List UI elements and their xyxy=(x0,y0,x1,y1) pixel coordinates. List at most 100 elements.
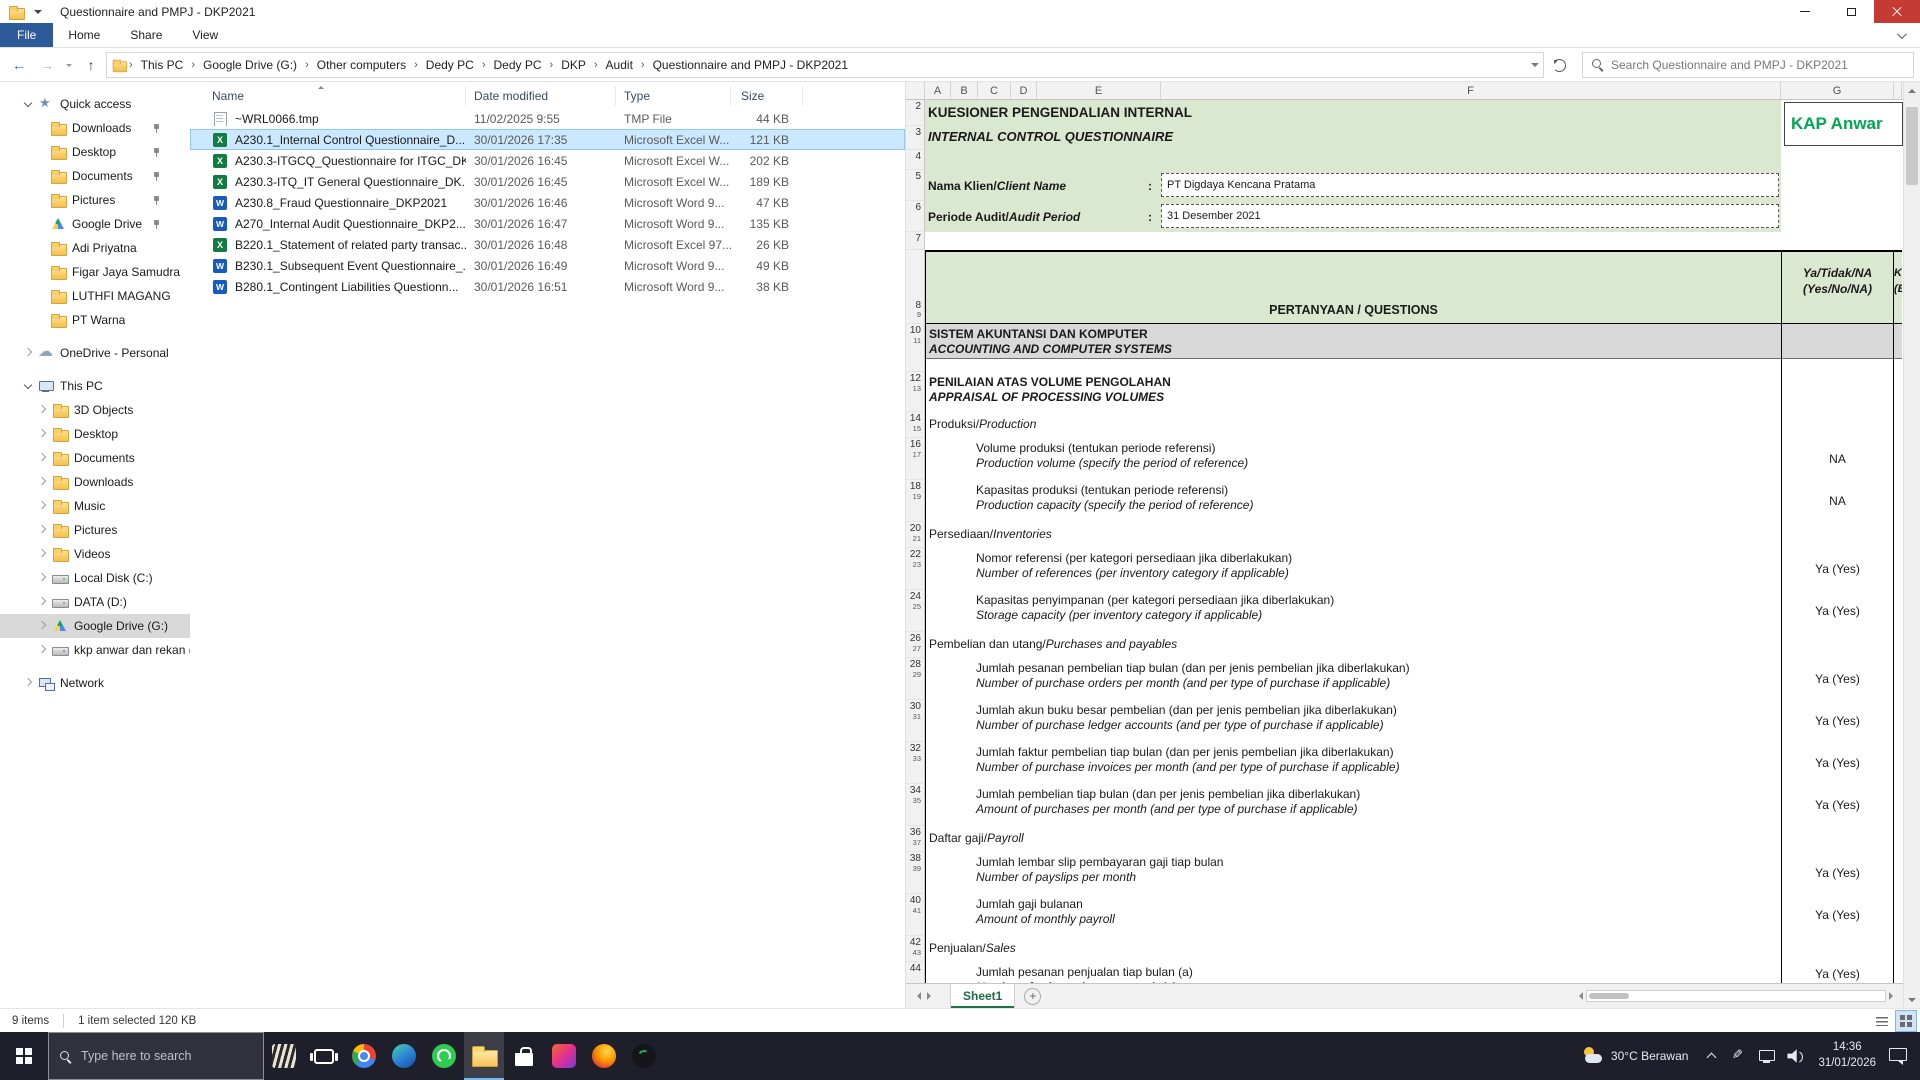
expand-chevron-icon[interactable] xyxy=(38,502,46,510)
file-row-a230-1-internal-control-questionnaire-d[interactable]: A230.1_Internal Control Questionnaire_D.… xyxy=(190,129,905,150)
quick-access-toolbar-chevron-icon[interactable] xyxy=(34,10,42,18)
sidebar-item-pictures[interactable]: Pictures xyxy=(0,518,190,542)
taskbar-clock[interactable]: 14:36 31/01/2026 xyxy=(1809,1040,1885,1071)
whatsapp-taskbar-button[interactable] xyxy=(424,1032,464,1080)
breadcrumb-questionnaire-and-pmpj-dkp2021[interactable]: Questionnaire and PMPJ - DKP2021 xyxy=(646,58,855,72)
sidebar-item-luthfi-magang[interactable]: LUTHFI MAGANG xyxy=(0,284,190,308)
expand-chevron-icon[interactable] xyxy=(38,406,46,414)
forward-button[interactable] xyxy=(34,52,60,78)
breadcrumb-dkp[interactable]: DKP xyxy=(554,58,593,72)
weather-widget[interactable]: 30°C Berawan xyxy=(1571,1032,1700,1080)
sidebar-item-network[interactable]: Network xyxy=(0,671,190,695)
collapse-chevron-icon[interactable] xyxy=(24,100,32,108)
ribbon-tab-share[interactable]: Share xyxy=(115,23,177,47)
minimize-button[interactable] xyxy=(1782,0,1828,23)
zebra-photo-taskbar-button[interactable] xyxy=(264,1032,304,1080)
recent-locations-chevron-icon[interactable] xyxy=(62,52,76,78)
column-header-name[interactable]: Name xyxy=(190,86,466,106)
sidebar-item-adi-priyatna[interactable]: Adi Priyatna xyxy=(0,236,190,260)
expand-chevron-icon[interactable] xyxy=(38,574,46,582)
horizontal-scrollbar[interactable] xyxy=(1568,990,1903,1002)
sidebar-item-google-drive-g[interactable]: Google Drive (G:) xyxy=(0,614,190,638)
scroll-up-icon[interactable] xyxy=(1904,82,1920,99)
column-header-size[interactable]: Size xyxy=(731,86,803,106)
expand-chevron-icon[interactable] xyxy=(38,526,46,534)
breadcrumb-this-pc[interactable]: This PC xyxy=(134,58,191,72)
sidebar-item-google-drive-g[interactable]: Google Drive (G:) xyxy=(0,212,190,236)
expand-chevron-icon[interactable] xyxy=(38,646,46,654)
preview-pane[interactable]: ABCDEFG 2KUESIONER PENGENDALIAN INTERNAL… xyxy=(906,82,1903,1008)
sidebar-item-desktop[interactable]: Desktop xyxy=(0,140,190,164)
file-row-a230-3-itq-it-general-questionnaire-dk[interactable]: A230.3-ITQ_IT General Questionnaire_DK..… xyxy=(190,171,905,192)
column-header-type[interactable]: Type xyxy=(616,86,731,106)
vertical-scroll-track[interactable] xyxy=(1904,99,1920,991)
sidebar-item-this-pc[interactable]: This PC xyxy=(0,374,190,398)
expand-chevron-icon[interactable] xyxy=(24,679,32,687)
file-explorer-taskbar-button[interactable] xyxy=(464,1032,504,1080)
expand-chevron-icon[interactable] xyxy=(38,430,46,438)
sidebar-item-pt-warna[interactable]: PT Warna xyxy=(0,308,190,332)
hidden-icons-chevron-icon[interactable] xyxy=(1703,1047,1721,1065)
scroll-down-icon[interactable] xyxy=(1904,991,1920,1008)
horizontal-scroll-thumb[interactable] xyxy=(1589,993,1629,999)
file-row-wrl0066-tmp[interactable]: ~WRL0066.tmp11/02/2025 9:55TMP File44 KB xyxy=(190,108,905,129)
edge-taskbar-button[interactable] xyxy=(384,1032,424,1080)
sidebar-item-videos[interactable]: Videos xyxy=(0,542,190,566)
preview-vertical-scrollbar[interactable] xyxy=(1903,82,1920,1008)
sidebar-item-3d-objects[interactable]: 3D Objects xyxy=(0,398,190,422)
firefox-taskbar-button[interactable] xyxy=(584,1032,624,1080)
maximize-button[interactable] xyxy=(1828,0,1874,23)
display-network-icon[interactable] xyxy=(1756,1045,1778,1067)
address-box[interactable]: ›This PC›Google Drive (G:)›Other compute… xyxy=(106,52,1544,78)
column-header-date-modified[interactable]: Date modified xyxy=(466,86,616,106)
ribbon-tab-file[interactable]: File xyxy=(0,23,53,47)
pen-icon[interactable] xyxy=(1728,1045,1750,1067)
expand-chevron-icon[interactable] xyxy=(38,454,46,462)
sidebar-item-kkp-anwar-dan-rekan-1[interactable]: kkp anwar dan rekan (\\1 xyxy=(0,638,190,662)
sheet-nav-left-icon[interactable] xyxy=(913,992,921,1000)
file-row-b220-1-statement-of-related-party-transac[interactable]: B220.1_Statement of related party transa… xyxy=(190,234,905,255)
file-row-a230-8-fraud-questionnaire-dkp2021[interactable]: A230.8_Fraud Questionnaire_DKP202130/01/… xyxy=(190,192,905,213)
expand-chevron-icon[interactable] xyxy=(38,622,46,630)
sidebar-item-data-d[interactable]: DATA (D:) xyxy=(0,590,190,614)
vertical-scroll-thumb[interactable] xyxy=(1906,107,1918,185)
expand-chevron-icon[interactable] xyxy=(24,349,32,357)
sidebar-item-pictures[interactable]: Pictures xyxy=(0,188,190,212)
expand-chevron-icon[interactable] xyxy=(38,478,46,486)
chrome-taskbar-button[interactable] xyxy=(344,1032,384,1080)
sidebar-item-figar-jaya-samudra[interactable]: Figar Jaya Samudra xyxy=(0,260,190,284)
breadcrumb-other-computers[interactable]: Other computers xyxy=(310,58,413,72)
sidebar-item-documents[interactable]: Documents xyxy=(0,446,190,470)
close-button[interactable] xyxy=(1874,0,1920,23)
refresh-button[interactable] xyxy=(1546,52,1572,78)
file-row-a230-3-itgcq-questionnaire-for-itgc-dk[interactable]: A230.3-ITGCQ_Questionnaire for ITGC_DK..… xyxy=(190,150,905,171)
taskbar-search-input[interactable] xyxy=(81,1049,253,1063)
explorer-search-input[interactable] xyxy=(1611,58,1905,72)
details-view-button[interactable] xyxy=(1871,1010,1893,1032)
up-button[interactable] xyxy=(78,52,104,78)
breadcrumb-audit[interactable]: Audit xyxy=(599,58,640,72)
store-taskbar-button[interactable] xyxy=(504,1032,544,1080)
horizontal-scroll-track[interactable] xyxy=(1586,990,1886,1002)
sidebar-item-desktop[interactable]: Desktop xyxy=(0,422,190,446)
add-sheet-button[interactable] xyxy=(1024,988,1041,1005)
explorer-search-box[interactable] xyxy=(1582,52,1914,78)
sidebar-item-downloads[interactable]: Downloads xyxy=(0,116,190,140)
volume-icon[interactable] xyxy=(1784,1045,1806,1067)
scroll-left-icon[interactable] xyxy=(1575,992,1583,1000)
breadcrumb-google-drive-g[interactable]: Google Drive (G:) xyxy=(196,58,304,72)
task-view-taskbar-button[interactable] xyxy=(304,1032,344,1080)
sidebar-item-music[interactable]: Music xyxy=(0,494,190,518)
start-button[interactable] xyxy=(0,1032,48,1080)
sheet-tab-sheet1[interactable]: Sheet1 xyxy=(950,984,1015,1008)
sidebar-item-onedrive-personal[interactable]: OneDrive - Personal xyxy=(0,341,190,365)
scroll-right-icon[interactable] xyxy=(1889,992,1897,1000)
ribbon-tab-home[interactable]: Home xyxy=(53,23,115,47)
sidebar-item-local-disk-c[interactable]: Local Disk (C:) xyxy=(0,566,190,590)
action-center-icon[interactable] xyxy=(1885,1043,1911,1069)
expand-chevron-icon[interactable] xyxy=(38,550,46,558)
sidebar-item-quick-access[interactable]: Quick access xyxy=(0,92,190,116)
sheet-nav-right-icon[interactable] xyxy=(927,992,935,1000)
taskbar-search-box[interactable] xyxy=(48,1032,264,1080)
expand-chevron-icon[interactable] xyxy=(38,598,46,606)
